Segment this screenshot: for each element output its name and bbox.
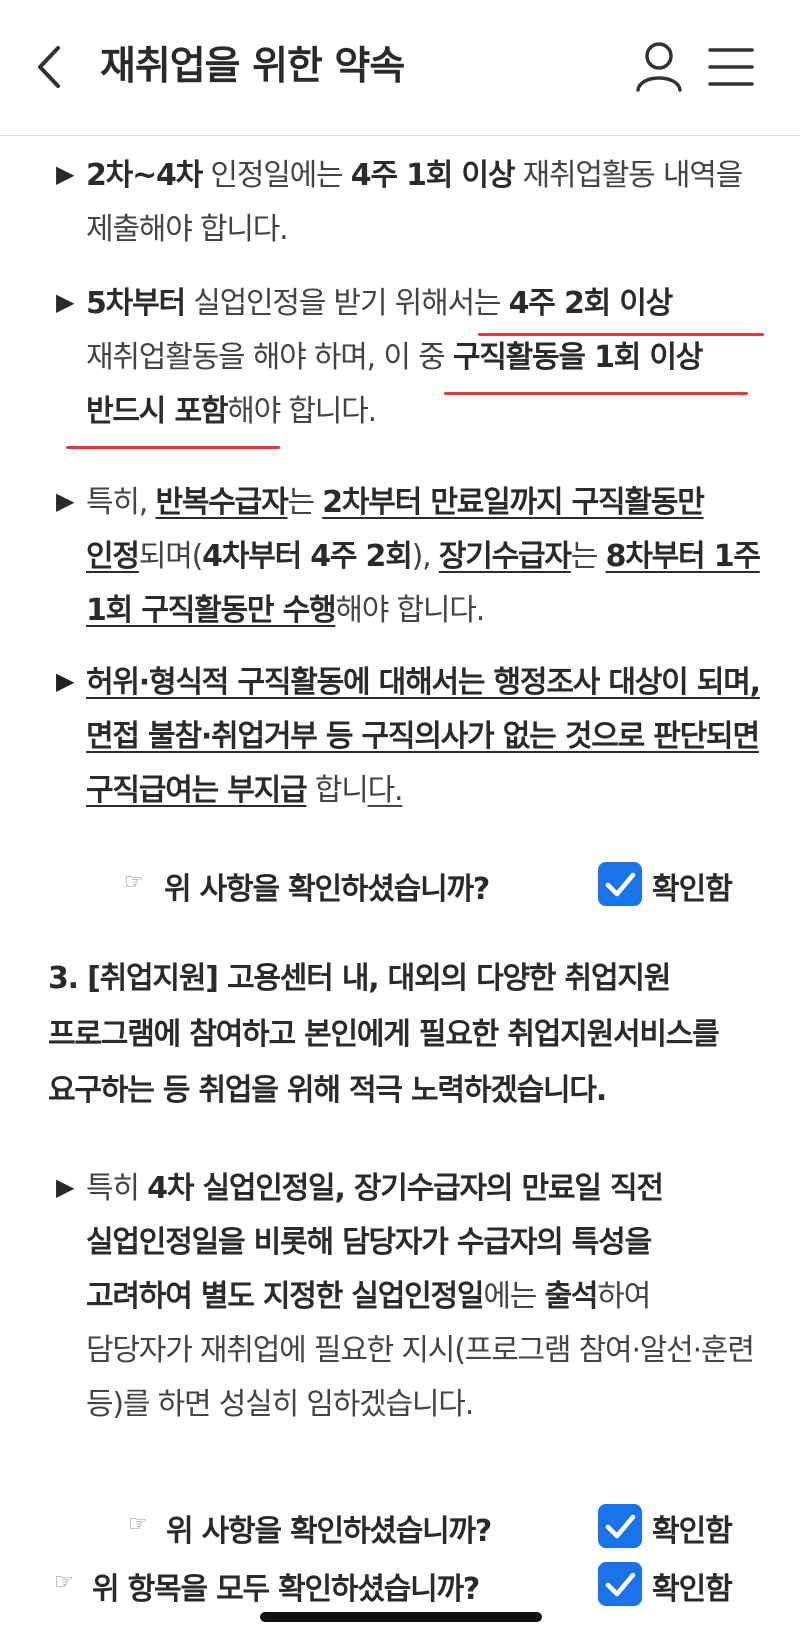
bullet-marker: ▶ <box>56 1173 75 1201</box>
confirm-checkbox[interactable] <box>598 862 642 906</box>
chevron-left-icon <box>38 46 60 88</box>
notice-item-1: 2차~4차 인정일에는 4주 1회 이상 재취업활동 내역을 제출해야 합니다. <box>86 149 762 257</box>
body-text: ), <box>411 539 439 574</box>
emphasis-text: 반복수급자 <box>155 485 288 520</box>
menu-button[interactable] <box>706 40 756 94</box>
page-title: 재취업을 위한 약속 <box>100 44 405 89</box>
bullet-marker: ▶ <box>56 288 75 316</box>
body-text: 합니 <box>306 773 369 808</box>
body-text: 특히 <box>86 1171 148 1206</box>
confirm-checkbox[interactable] <box>598 1504 642 1548</box>
section-heading: 3. [취업지원] 고용센터 내, 대외의 다양한 취업지원 프로그램에 참여하… <box>48 961 720 1108</box>
pointing-hand-icon: ☞ <box>128 1512 148 1537</box>
body-text: 에는 <box>483 1279 545 1314</box>
body-text: 는 <box>287 485 323 520</box>
notice-item-4: 허위·형식적 구직활동에 대해서는 행정조사 대상이 되며, 면접 불참·취업거… <box>86 656 762 818</box>
checkmark-icon <box>605 1514 636 1539</box>
bullet-marker: ▶ <box>56 487 75 515</box>
app-header: 재취업을 위한 약속 <box>0 0 800 136</box>
confirm-label[interactable]: 확인함 <box>652 864 733 908</box>
confirm-row: ☞ 위 사항을 확인하셨습니까? 확인함 <box>0 1500 800 1554</box>
confirm-row: ☞ 위 사항을 확인하셨습니까? 확인함 <box>0 858 800 912</box>
body-text: 되며( <box>138 539 204 574</box>
user-icon <box>636 42 682 92</box>
confirm-all-question: 위 항목을 모두 확인하셨습니까? <box>92 1572 480 1607</box>
checkmark-icon <box>605 872 636 897</box>
red-highlight-line <box>444 392 748 395</box>
emphasis-text: 허위·형식적 구직활동에 대해서는 행정조사 대상이 되며, 면접 불참·취업거… <box>86 665 761 808</box>
emphasis-text: 2차~4차 <box>86 158 203 193</box>
emphasis-text: 5차부터 <box>86 286 186 321</box>
checkmark-icon <box>605 1572 636 1597</box>
notice-item-5: 특히 4차 실업인정일, 장기수급자의 만료일 직전 실업인정일을 비롯해 담당… <box>86 1162 762 1432</box>
emphasis-text: 4주 1회 이상 <box>350 158 516 193</box>
red-highlight-line <box>66 446 280 449</box>
emphasis-text: 4차부터 4주 2회 <box>202 539 413 574</box>
back-button[interactable] <box>28 38 78 96</box>
body-text: 인정일에는 <box>202 158 351 193</box>
confirm-all-row: ☞ 위 항목을 모두 확인하셨습니까? 확인함 <box>0 1558 800 1612</box>
emphasis-text: 장기수급자 <box>438 539 572 574</box>
home-indicator[interactable] <box>260 1612 542 1622</box>
body-text: 다. <box>367 773 404 808</box>
pointing-hand-icon: ☞ <box>124 870 144 895</box>
emphasis-text: 출석 <box>544 1279 598 1314</box>
body-text: 는 <box>570 539 606 574</box>
red-highlight-line <box>478 333 764 336</box>
confirm-question: 위 사항을 확인하셨습니까? <box>164 872 490 907</box>
notice-item-3: 특히, 반복수급자는 2차부터 만료일까지 구직활동만 인정되며(4차부터 4주… <box>86 476 762 638</box>
body-text: 실업인정을 받기 위해서는 <box>184 286 509 321</box>
user-button[interactable] <box>634 38 684 96</box>
bullet-marker: ▶ <box>56 667 75 695</box>
confirm-label[interactable]: 확인함 <box>652 1506 733 1550</box>
body-text: 해야 합니다. <box>227 394 377 429</box>
body-text: 해야 합니다. <box>335 593 485 628</box>
body-text: 재취업활동을 해야 하며, 이 중 <box>86 340 453 375</box>
hamburger-menu-icon <box>708 48 754 86</box>
body-text: 특히, <box>86 485 156 520</box>
confirm-label[interactable]: 확인함 <box>652 1564 733 1608</box>
bullet-marker: ▶ <box>56 160 75 188</box>
notice-item-2: 5차부터 실업인정을 받기 위해서는 4주 2회 이상 재취업활동을 해야 하며… <box>86 277 762 439</box>
pointing-hand-icon: ☞ <box>54 1570 74 1595</box>
confirm-all-checkbox[interactable] <box>598 1562 642 1606</box>
emphasis-text: 4주 2회 이상 <box>508 286 674 321</box>
confirm-question: 위 사항을 확인하셨습니까? <box>166 1514 492 1549</box>
